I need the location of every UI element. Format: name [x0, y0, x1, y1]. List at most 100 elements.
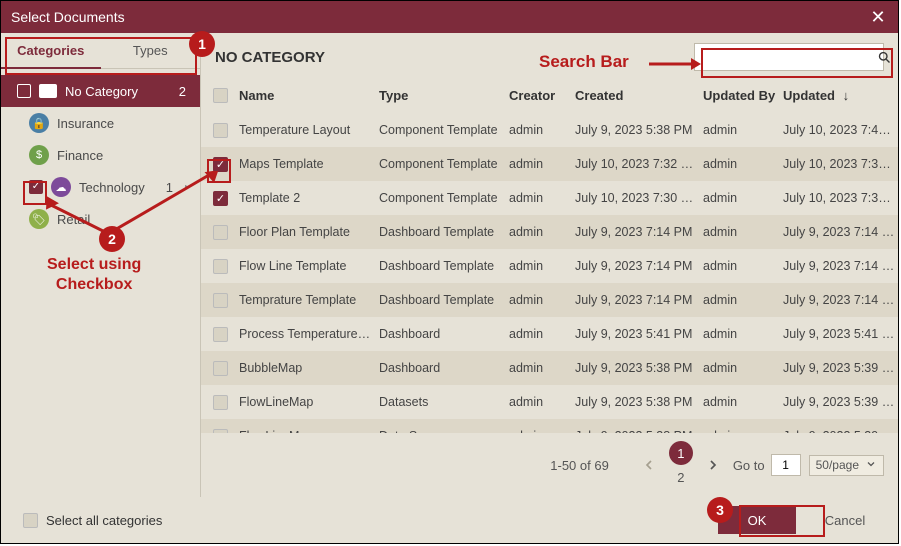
select-documents-dialog: Select Documents ✕ Categories Types No C…	[0, 0, 899, 544]
category-count: 2	[179, 84, 190, 99]
cell-type: Dashboard	[379, 327, 509, 341]
category-checkbox[interactable]	[17, 84, 31, 98]
per-page-select[interactable]: 50/page	[809, 455, 884, 476]
cell-creator: admin	[509, 225, 575, 239]
dollar-icon: $	[29, 145, 49, 165]
cell-name: Process Temperatures(1)	[239, 327, 379, 341]
cell-creator: admin	[509, 157, 575, 171]
cell-creator: admin	[509, 191, 575, 205]
table-header: Name Type Creator Created Updated By Upd…	[201, 77, 898, 113]
category-count: 1	[166, 180, 177, 195]
table-row[interactable]: BubbleMapDashboard adminJuly 9, 2023 5:38…	[201, 351, 898, 385]
table-row[interactable]: Temperature LayoutComponent Templateadmi…	[201, 113, 898, 147]
chevron-down-icon	[865, 458, 877, 473]
row-checkbox[interactable]	[213, 225, 228, 240]
lock-icon: 🔒	[29, 113, 49, 133]
category-label: Retail	[57, 212, 90, 227]
table-row[interactable]: FlowLineMapData SourcesadminJuly 9, 2023…	[201, 419, 898, 433]
table-row[interactable]: Temprature TemplateDashboard Templateadm…	[201, 283, 898, 317]
col-created[interactable]: Created	[575, 88, 703, 103]
table-row[interactable]: ✓Template 2Component TemplateadminJuly 1…	[201, 181, 898, 215]
tab-categories[interactable]: Categories	[1, 33, 101, 68]
folder-icon	[39, 84, 57, 98]
cell-type: Dashboard Template	[379, 259, 509, 273]
col-type[interactable]: Type	[379, 88, 509, 103]
pager: 1-50 of 69 12 Go to 50/page	[201, 433, 898, 497]
cell-updated: July 9, 2023 5:39 PM	[783, 361, 898, 375]
table-row[interactable]: Flow Line TemplateDashboard Templateadmi…	[201, 249, 898, 283]
tab-categories-label: Categories	[17, 43, 84, 58]
row-checkbox[interactable]	[213, 327, 228, 342]
search-box[interactable]	[694, 43, 884, 71]
row-checkbox[interactable]: ✓	[213, 191, 228, 206]
cell-created: July 9, 2023 7:14 PM	[575, 225, 703, 239]
tab-types-label: Types	[133, 43, 168, 58]
cell-type: Dashboard	[379, 361, 509, 375]
cell-creator: admin	[509, 293, 575, 307]
col-updated[interactable]: Updated ↓	[783, 88, 898, 103]
pager-range: 1-50 of 69	[550, 458, 609, 473]
pager-page-1[interactable]: 1	[669, 441, 693, 465]
cell-type: Component Template	[379, 191, 509, 205]
select-all-checkbox[interactable]	[213, 88, 228, 103]
titlebar: Select Documents ✕	[1, 1, 898, 33]
page-title: NO CATEGORY	[215, 49, 325, 66]
table-row[interactable]: FlowLineMapDatasetsadminJuly 9, 2023 5:3…	[201, 385, 898, 419]
goto-input[interactable]	[771, 454, 801, 476]
cell-updated-by: admin	[703, 123, 783, 137]
tag-icon: 🏷	[29, 209, 49, 229]
search-icon[interactable]	[877, 49, 892, 65]
row-checkbox[interactable]	[213, 293, 228, 308]
sidebar-item-technology[interactable]: ✓☁Technology1▸	[1, 171, 200, 203]
cell-name: Template 2	[239, 191, 379, 205]
dialog-footer: Select all categories OK Cancel	[1, 497, 898, 543]
cell-type: Datasets	[379, 395, 509, 409]
cancel-button[interactable]: Cancel	[806, 506, 884, 534]
cell-created: July 9, 2023 5:38 PM	[575, 361, 703, 375]
sidebar-item-finance[interactable]: $Finance	[1, 139, 200, 171]
select-all-categories-checkbox[interactable]	[23, 513, 38, 528]
table-row[interactable]: Floor Plan TemplateDashboard Templateadm…	[201, 215, 898, 249]
cell-updated: July 9, 2023 7:14 PM	[783, 259, 898, 273]
row-checkbox[interactable]	[213, 259, 228, 274]
row-checkbox[interactable]	[213, 123, 228, 138]
cell-type: Component Template	[379, 157, 509, 171]
cell-name: BubbleMap	[239, 361, 379, 375]
sidebar-item-retail[interactable]: 🏷 Retail	[1, 203, 200, 235]
row-checkbox[interactable]	[213, 395, 228, 410]
category-checkbox[interactable]: ✓	[29, 180, 43, 194]
cell-name: Temprature Template	[239, 293, 379, 307]
table-row[interactable]: Process Temperatures(1)DashboardadminJul…	[201, 317, 898, 351]
tab-types[interactable]: Types	[101, 33, 201, 68]
select-all-categories[interactable]: Select all categories	[15, 513, 162, 528]
pager-page-2[interactable]: 2	[669, 465, 693, 489]
category-label: Insurance	[57, 116, 114, 131]
documents-table: Name Type Creator Created Updated By Upd…	[201, 77, 898, 433]
cell-updated-by: admin	[703, 395, 783, 409]
col-creator[interactable]: Creator	[509, 88, 575, 103]
cell-updated-by: admin	[703, 191, 783, 205]
cell-updated-by: admin	[703, 361, 783, 375]
col-updated-by[interactable]: Updated By	[703, 88, 783, 103]
ok-button[interactable]: OK	[718, 506, 796, 534]
cell-updated-by: admin	[703, 327, 783, 341]
cell-creator: admin	[509, 395, 575, 409]
close-icon[interactable]: ✕	[868, 7, 888, 28]
cell-updated-by: admin	[703, 259, 783, 273]
cell-created: July 9, 2023 7:14 PM	[575, 293, 703, 307]
sort-desc-icon: ↓	[839, 88, 849, 103]
cell-updated-by: admin	[703, 293, 783, 307]
sidebar-item-insurance[interactable]: 🔒 Insurance	[1, 107, 200, 139]
cell-updated: July 9, 2023 7:14 PM	[783, 225, 898, 239]
pager-next[interactable]	[701, 453, 725, 477]
sidebar-item-nocat[interactable]: No Category2	[1, 75, 200, 107]
row-checkbox[interactable]: ✓	[213, 157, 228, 172]
cell-creator: admin	[509, 259, 575, 273]
col-name[interactable]: Name	[239, 88, 379, 103]
cell-creator: admin	[509, 123, 575, 137]
search-input[interactable]	[701, 50, 877, 65]
table-row[interactable]: ✓Maps TemplateComponent TemplateadminJul…	[201, 147, 898, 181]
cell-type: Dashboard Template	[379, 293, 509, 307]
pager-prev[interactable]	[637, 453, 661, 477]
row-checkbox[interactable]	[213, 361, 228, 376]
